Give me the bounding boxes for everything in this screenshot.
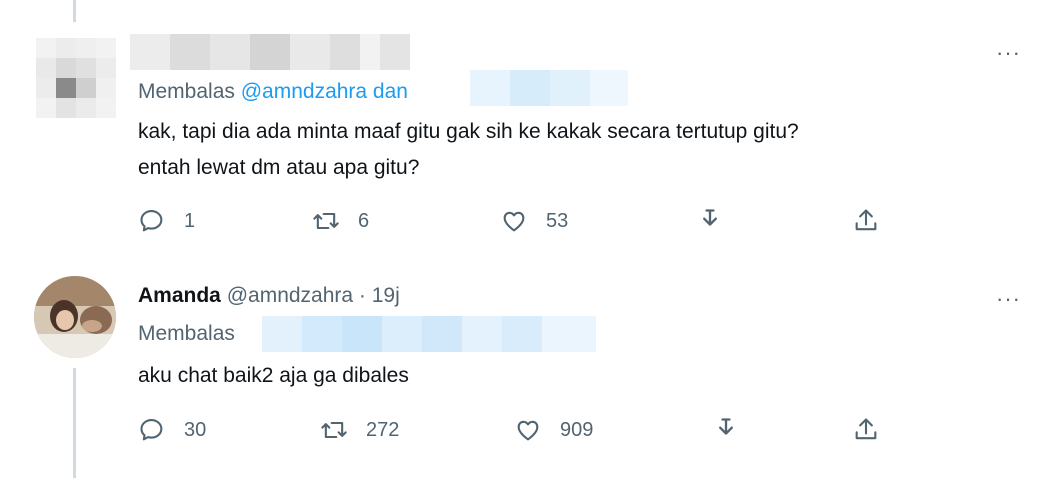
reply-count: 1 bbox=[184, 209, 196, 232]
avatar-photo bbox=[34, 276, 116, 358]
censored-username[interactable] bbox=[130, 34, 410, 70]
retweet-count: 6 bbox=[358, 209, 370, 232]
share-icon bbox=[855, 209, 877, 231]
like-count: 909 bbox=[560, 418, 594, 441]
replying-to-label: Membalas bbox=[138, 322, 235, 345]
tweet-text-line-1: kak, tapi dia ada minta maaf gitu gak si… bbox=[138, 120, 799, 143]
share-button[interactable] bbox=[852, 415, 880, 445]
censored-mention[interactable] bbox=[470, 70, 628, 106]
download-icon bbox=[719, 418, 733, 435]
author-line: Amanda @amndzahra · 19j bbox=[138, 284, 400, 308]
retweet-icon bbox=[321, 421, 347, 439]
tweet-text-line-2: entah lewat dm atau apa gitu? bbox=[138, 156, 420, 179]
retweet-button[interactable]: 6 bbox=[312, 206, 369, 236]
reply-tweet-1[interactable]: ··· Membalas @amndzahra dan kak, tapi di… bbox=[0, 0, 1053, 258]
retweet-count: 272 bbox=[366, 418, 400, 441]
reply-button[interactable]: 1 bbox=[138, 206, 195, 236]
reply-tweet-2[interactable]: Amanda @amndzahra · 19j ··· Membalas aku… bbox=[0, 258, 1053, 478]
download-button[interactable] bbox=[712, 415, 740, 445]
retweet-icon bbox=[313, 212, 339, 230]
avatar-censored[interactable] bbox=[36, 38, 116, 118]
display-name[interactable]: Amanda bbox=[138, 284, 221, 307]
like-button[interactable]: 909 bbox=[514, 415, 593, 445]
more-options-button[interactable]: ··· bbox=[996, 288, 1021, 310]
heart-icon bbox=[503, 211, 525, 232]
more-options-button[interactable]: ··· bbox=[996, 42, 1021, 64]
like-button[interactable]: 53 bbox=[500, 206, 568, 236]
replying-to-line: Membalas @amndzahra dan bbox=[138, 80, 408, 104]
mention-link[interactable]: @amndzahra dan bbox=[241, 80, 408, 103]
heart-icon bbox=[517, 420, 539, 441]
reply-icon bbox=[140, 419, 163, 441]
reply-count: 30 bbox=[184, 418, 207, 441]
reply-icon bbox=[140, 210, 163, 232]
download-icon bbox=[703, 209, 717, 226]
reply-button[interactable]: 30 bbox=[138, 415, 206, 445]
censored-mention[interactable] bbox=[262, 316, 596, 352]
download-button[interactable] bbox=[696, 206, 724, 236]
like-count: 53 bbox=[546, 209, 569, 232]
tweet-text: aku chat baik2 aja ga dibales bbox=[138, 364, 409, 387]
retweet-button[interactable]: 272 bbox=[320, 415, 399, 445]
share-button[interactable] bbox=[852, 206, 880, 236]
replying-to-line: Membalas bbox=[138, 322, 235, 346]
replying-to-label: Membalas bbox=[138, 80, 235, 103]
handle-and-time[interactable]: @amndzahra · 19j bbox=[227, 284, 400, 307]
avatar-amanda[interactable] bbox=[34, 276, 116, 358]
share-icon bbox=[855, 418, 877, 440]
